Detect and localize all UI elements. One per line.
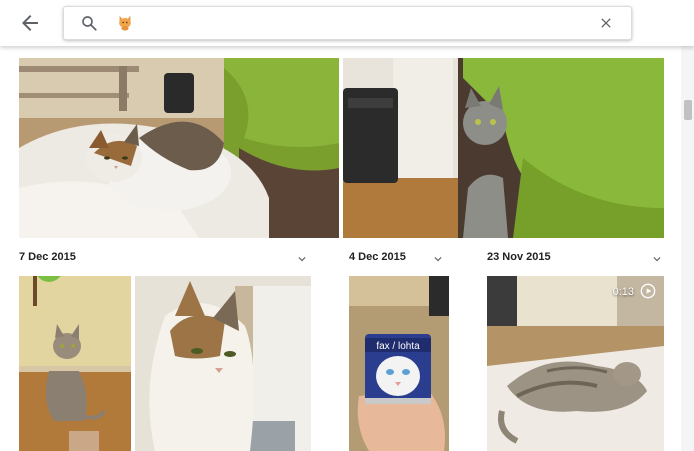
date-section-header: 7 Dec 2015 <box>19 249 309 269</box>
play-circle-icon[interactable] <box>640 283 656 299</box>
chevron-down-icon[interactable] <box>295 252 309 266</box>
search-icon <box>82 16 97 31</box>
section-date: 7 Dec 2015 <box>19 251 76 263</box>
section-date: 23 Nov 2015 <box>487 251 551 263</box>
photo-tile[interactable] <box>19 276 131 451</box>
search-input[interactable] <box>140 12 574 36</box>
back-button[interactable] <box>18 11 42 35</box>
cat-video-thumbnail <box>487 276 664 451</box>
scrollbar-thumb[interactable] <box>684 100 692 120</box>
date-section-header: 4 Dec 2015 <box>349 249 449 269</box>
video-duration: 0:13 <box>612 286 634 298</box>
cat-emoji-icon <box>119 15 131 31</box>
date-section-header: 23 Nov 2015 <box>487 249 664 269</box>
photo-tile[interactable] <box>135 276 311 451</box>
section-date: 4 Dec 2015 <box>349 251 406 263</box>
cat-photo-image <box>19 58 339 238</box>
cat-photo-image <box>135 276 311 451</box>
video-tile[interactable]: 0:13 <box>487 276 664 451</box>
chevron-down-icon[interactable] <box>650 252 664 266</box>
photo-tile[interactable] <box>343 58 664 238</box>
arrow-back-icon <box>22 15 38 31</box>
chevron-down-icon[interactable] <box>431 252 445 266</box>
cat-photo-image <box>19 276 131 451</box>
top-app-bar <box>0 0 694 46</box>
photo-tile[interactable]: fax / lohta <box>349 276 449 451</box>
search-box[interactable] <box>63 6 632 40</box>
can-label: fax / lohta <box>376 341 420 352</box>
close-icon[interactable] <box>598 15 614 31</box>
cat-photo-image <box>343 58 664 238</box>
photo-tile[interactable] <box>19 58 339 238</box>
cat-food-photo-image: fax / lohta <box>349 276 449 451</box>
